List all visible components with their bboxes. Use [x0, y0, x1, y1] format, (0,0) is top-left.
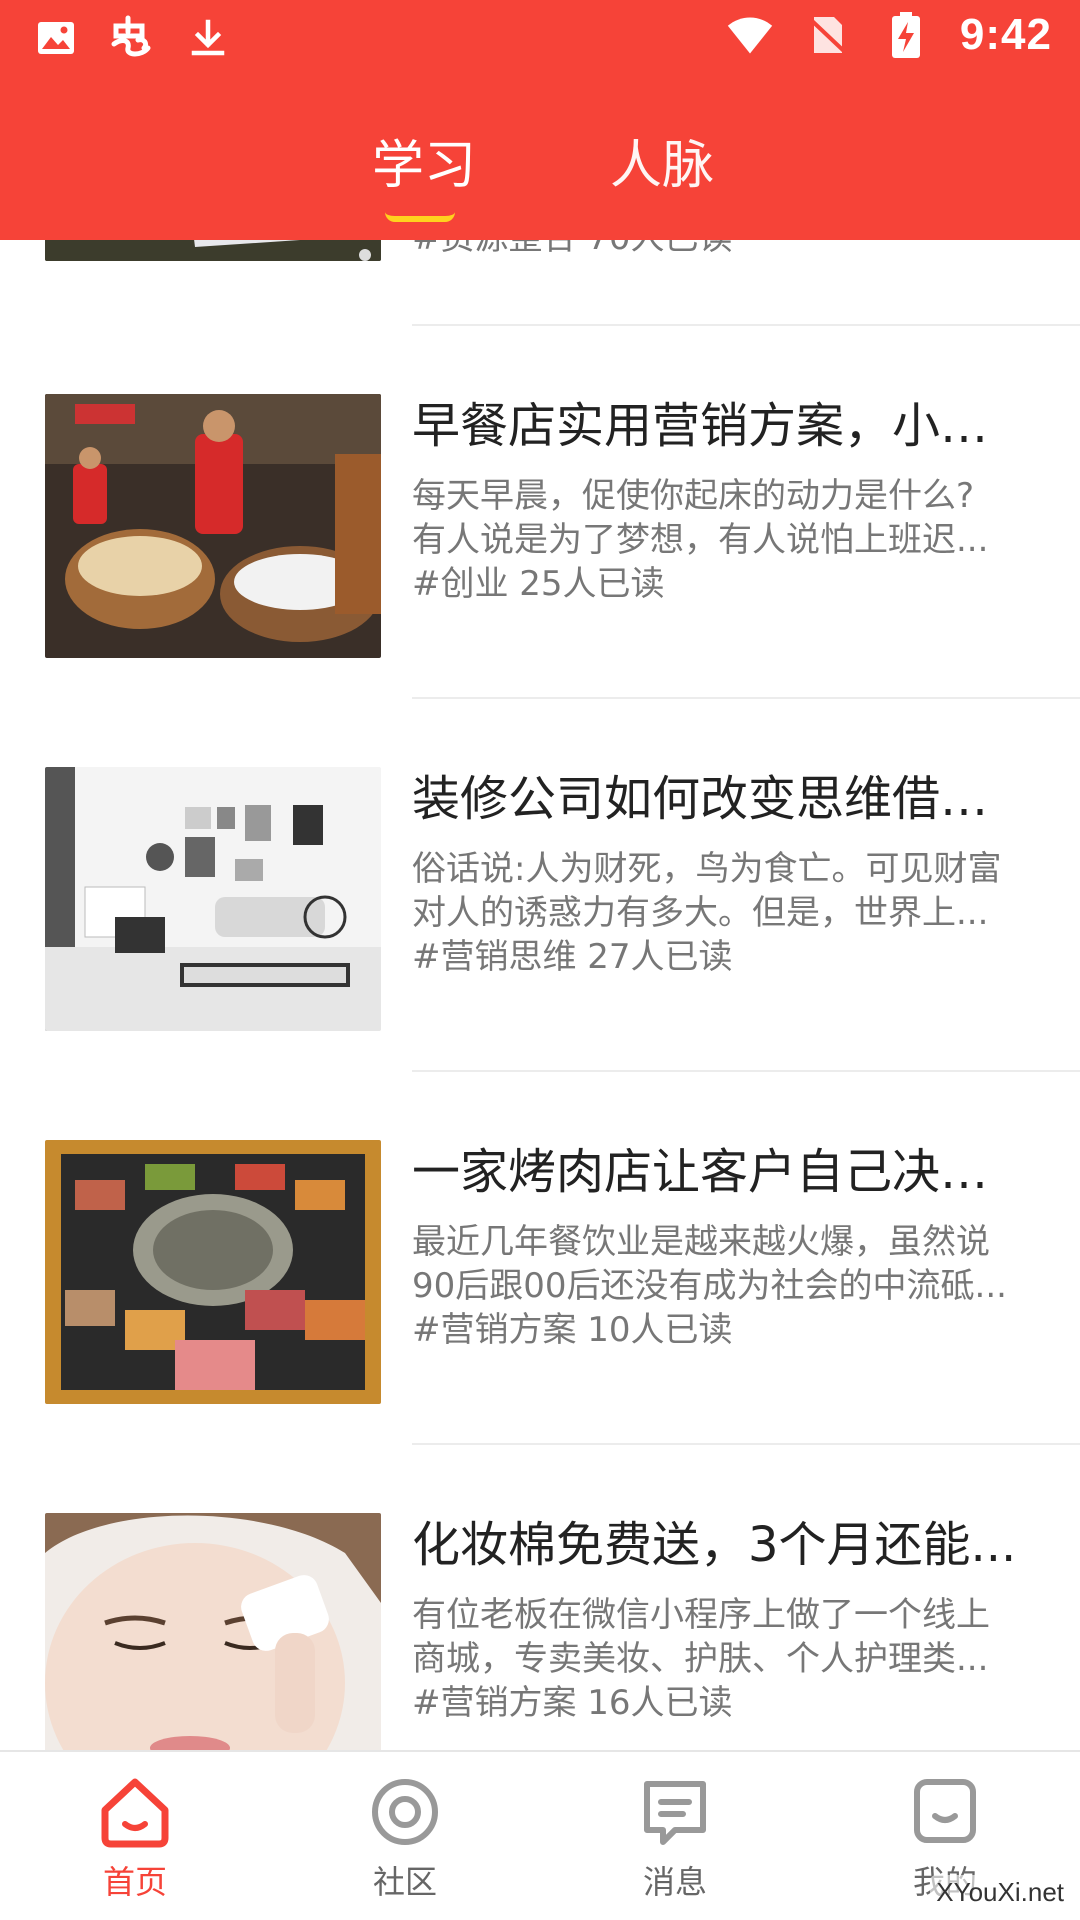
- summary-line: 90后跟00后还没有成为社会的中流砥...: [412, 1266, 1007, 1306]
- article-thumbnail: [45, 1513, 381, 1750]
- article-summary: 最近几年餐饮业是越来越火爆，虽然说 90后跟00后还没有成为社会的中流砥...: [412, 1220, 1042, 1308]
- article-thumbnail: [45, 394, 381, 658]
- article-meta: #营销方案 16人已读: [412, 1683, 733, 1723]
- community-icon: [372, 1779, 438, 1845]
- home-icon: [101, 1778, 169, 1848]
- summary-line: 每天早晨，促使你起床的动力是什么?: [412, 476, 975, 516]
- article-title[interactable]: 化妆棉免费送，3个月还能...: [412, 1515, 1032, 1575]
- article-item[interactable]: 早餐店实用营销方案，小伙... 每天早晨，促使你起床的动力是什么? 有人说是为了…: [0, 326, 1080, 699]
- article-thumbnail: [45, 767, 381, 1031]
- status-right-icons: 9:42: [726, 10, 1052, 60]
- article-item[interactable]: 装修公司如何改变思维借力... 俗话说:人为财死，鸟为食亡。可见财富 对人的诱惑…: [0, 699, 1080, 1072]
- summary-line: 商城，专卖美妆、护肤、个人护理类...: [412, 1639, 989, 1679]
- header: 9:42 学习 人脉: [0, 0, 1080, 240]
- nav-messages[interactable]: 消息: [605, 1772, 745, 1904]
- article-title[interactable]: 装修公司如何改变思维借力...: [412, 769, 1032, 829]
- summary-line: 最近几年餐饮业是越来越火爆，虽然说: [412, 1222, 990, 1262]
- article-meta: #资源整合 70人已读: [412, 240, 733, 260]
- app-root: 9:42 学习 人脉 #资源整合 70人已读: [0, 0, 1080, 1920]
- article-feed[interactable]: #资源整合 70人已读: [0, 240, 1080, 1750]
- article-summary: 有位老板在微信小程序上做了一个线上 商城，专卖美妆、护肤、个人护理类...: [412, 1593, 1042, 1681]
- battery-charging-icon: [882, 11, 930, 59]
- status-bar: 9:42: [0, 0, 1080, 76]
- nav-label: 首页: [102, 1863, 167, 1901]
- article-meta: #营销思维 27人已读: [412, 937, 733, 977]
- summary-line: 有位老板在微信小程序上做了一个线上: [412, 1595, 990, 1635]
- summary-line: 对人的诱惑力有多大。但是，世界上...: [412, 893, 989, 933]
- article-summary: 每天早晨，促使你起床的动力是什么? 有人说是为了梦想，有人说怕上班迟...: [412, 474, 1042, 562]
- app-logo-icon: [108, 14, 156, 62]
- article-item[interactable]: 一家烤肉店让客户自己决定... 最近几年餐饮业是越来越火爆，虽然说 90后跟00…: [0, 1072, 1080, 1445]
- article-item[interactable]: 化妆棉免费送，3个月还能... 有位老板在微信小程序上做了一个线上 商城，专卖美…: [0, 1445, 1080, 1750]
- image-icon: [32, 14, 80, 62]
- nav-community[interactable]: 社区: [335, 1772, 475, 1904]
- article-title[interactable]: 一家烤肉店让客户自己决定...: [412, 1142, 1032, 1202]
- no-sim-icon: [804, 11, 852, 59]
- top-tabs: 学习 人脉: [0, 120, 1080, 230]
- download-icon: [184, 14, 232, 62]
- article-meta: #创业 25人已读: [412, 564, 665, 604]
- status-time: 9:42: [959, 10, 1052, 59]
- article-thumbnail: [45, 240, 381, 261]
- active-tab-indicator: [385, 212, 455, 222]
- summary-line: 有人说是为了梦想，有人说怕上班迟...: [412, 520, 989, 560]
- article-summary: 俗话说:人为财死，鸟为食亡。可见财富 对人的诱惑力有多大。但是，世界上...: [412, 847, 1042, 935]
- wifi-icon: [726, 11, 774, 59]
- article-title[interactable]: 早餐店实用营销方案，小伙...: [412, 396, 1032, 456]
- message-icon: [644, 1781, 706, 1845]
- watermark: XYouXi.net: [930, 1875, 1070, 1910]
- article-item[interactable]: #资源整合 70人已读: [0, 240, 1080, 326]
- article-thumbnail: [45, 1140, 381, 1404]
- nav-home[interactable]: 首页: [65, 1772, 205, 1904]
- nav-label: 消息: [642, 1863, 707, 1901]
- article-meta: #营销方案 10人已读: [412, 1310, 733, 1350]
- summary-line: 俗话说:人为财死，鸟为食亡。可见财富: [412, 849, 1002, 889]
- tab-study[interactable]: 学习: [372, 130, 476, 202]
- bottom-nav: 首页 社区 消息 我的: [0, 1750, 1080, 1920]
- tab-contacts[interactable]: 人脉: [610, 130, 714, 202]
- nav-label: 社区: [372, 1863, 437, 1901]
- status-left-icons: [32, 14, 232, 62]
- profile-icon: [914, 1779, 976, 1843]
